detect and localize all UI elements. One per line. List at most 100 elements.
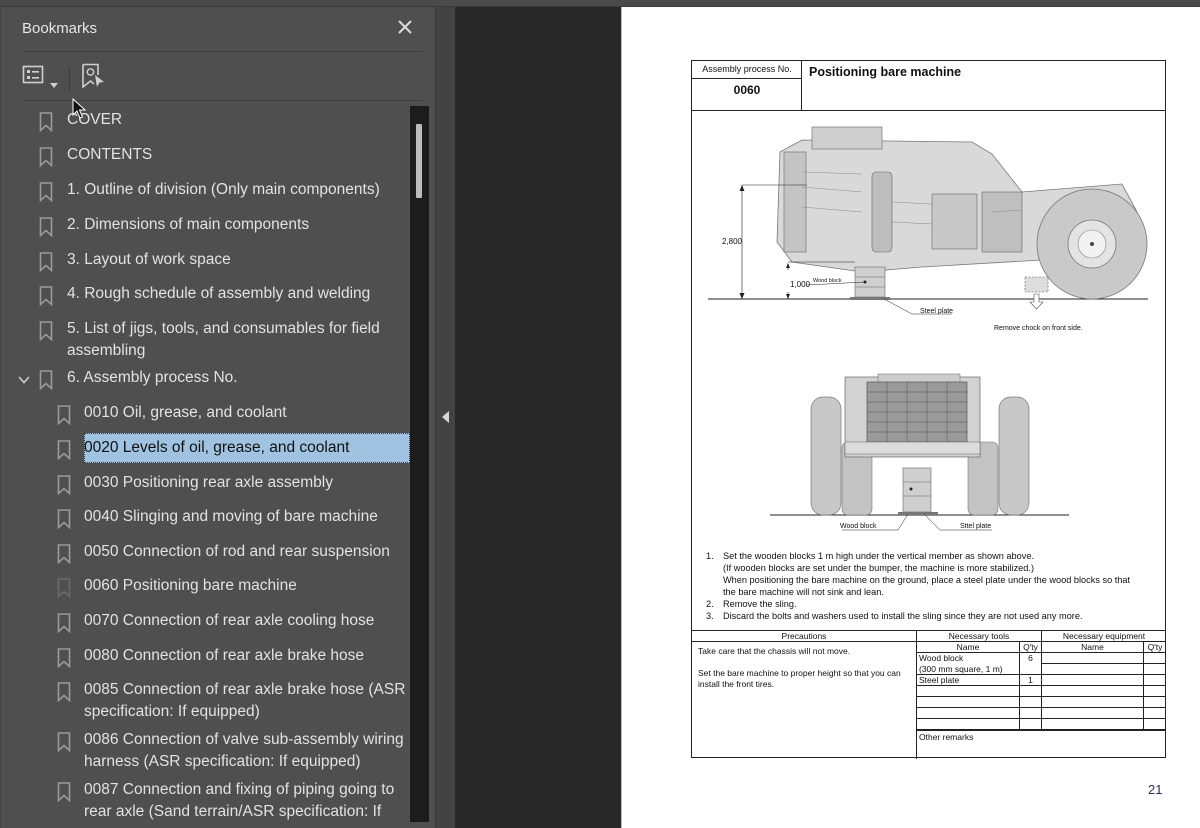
bookmark-item[interactable]: 0087 Connection and fixing of piping goi… <box>1 779 411 823</box>
bookmark-icon <box>39 370 53 391</box>
bookmark-label: 0010 Oil, grease, and coolant <box>84 404 287 421</box>
procedure-step: 1. Set the wooden blocks 1 m high under t… <box>706 550 1161 598</box>
bookmark-label: 0087 Connection and fixing of piping goi… <box>84 781 395 820</box>
close-icon[interactable] <box>394 16 416 38</box>
list-options-icon <box>22 65 44 89</box>
bookmark-label: CONTENTS <box>67 146 153 163</box>
empty-equipment-cell <box>1042 708 1144 719</box>
options-menu-button[interactable] <box>22 63 62 89</box>
other-remarks: Other remarks <box>917 730 1166 759</box>
bookmark-item[interactable]: 4. Rough schedule of assembly and weldin… <box>1 283 411 307</box>
bookmark-label: 2. Dimensions of main components <box>67 216 310 233</box>
bookmark-label: 1. Outline of division (Only main compon… <box>67 181 380 198</box>
tools-qty-header: Q'ty <box>1020 642 1042 653</box>
side-wood-block-label: Wood block <box>813 278 842 284</box>
toolbar-separator <box>69 67 70 91</box>
tools-name-header: Name <box>917 642 1020 653</box>
bookmark-item[interactable]: 0010 Oil, grease, and coolant <box>1 402 411 426</box>
bookmark-label: 3. Layout of work space <box>67 251 231 268</box>
bookmark-item[interactable]: 0070 Connection of rear axle cooling hos… <box>1 610 411 634</box>
bookmark-label: 0086 Connection of valve sub-assembly wi… <box>84 731 404 770</box>
front-view-figure: Wood block Sttel plate <box>770 373 1069 531</box>
empty-equipment-qty-cell <box>1144 686 1166 697</box>
bookmark-item[interactable]: CONTENTS <box>1 144 411 168</box>
bookmark-icon <box>57 475 71 496</box>
bookmark-item[interactable]: 5. List of jigs, tools, and consumables … <box>1 318 411 362</box>
find-current-bookmark-button[interactable] <box>81 63 107 89</box>
empty-equipment-qty-cell <box>1144 697 1166 708</box>
collapse-panel-arrow-icon[interactable] <box>441 409 451 423</box>
bookmark-label: 0030 Positioning rear axle assembly <box>84 474 333 491</box>
tool-row-qty: 6 <box>1020 653 1042 675</box>
step-text-line: When positioning the bare machine on the… <box>723 575 1131 585</box>
empty-tool-cell <box>917 686 1020 697</box>
bookmark-tree: COVER CONTENTS 1. Outline of division (Onl… <box>1 105 411 825</box>
bookmark-item[interactable]: 0040 Slinging and moving of bare machine <box>1 506 411 530</box>
process-number: 0060 <box>733 83 761 97</box>
requirements-table: Precautions Necessary tools Necessary eq… <box>692 630 1166 759</box>
bookmark-label: COVER <box>67 111 123 128</box>
empty-tool-cell <box>917 719 1020 730</box>
empty-tool-qty-cell <box>1020 686 1042 697</box>
process-number-box: Assembly process No. 0060 <box>692 61 802 111</box>
bookmark-item[interactable]: 3. Layout of work space <box>1 249 411 273</box>
bookmark-item[interactable]: COVER <box>1 109 411 133</box>
bookmark-label: 0080 Connection of rear axle brake hose <box>84 647 365 664</box>
bookmark-label: 0040 Slinging and moving of bare machine <box>84 508 378 525</box>
bookmark-item[interactable]: 0086 Connection of valve sub-assembly wi… <box>1 729 411 773</box>
process-title: Positioning bare machine <box>809 65 962 79</box>
bookmark-item[interactable]: 0060 Positioning bare machine <box>1 575 411 599</box>
bookmark-item[interactable]: 0080 Connection of rear axle brake hose <box>1 645 411 669</box>
empty-equipment-cell <box>1042 675 1144 686</box>
bookmark-item[interactable]: 0085 Connection of rear axle brake hose … <box>1 679 411 723</box>
bookmark-item[interactable]: 0030 Positioning rear axle assembly <box>1 472 411 496</box>
empty-tool-cell <box>917 697 1020 708</box>
bookmark-item[interactable]: 0020 Levels of oil, grease, and coolant <box>1 433 411 463</box>
tool-row-qty: 1 <box>1020 675 1042 686</box>
expand-chevron-icon[interactable] <box>17 372 31 386</box>
empty-equipment-cell <box>1042 664 1144 675</box>
panel-header: Bookmarks <box>22 18 422 52</box>
bookmark-icon <box>57 509 71 530</box>
process-caption: Assembly process No. <box>692 61 802 79</box>
tool-row-name: Wood block (300 mm square, 1 m) <box>917 653 1020 675</box>
bookmark-item[interactable]: 6. Assembly process No. <box>1 367 411 391</box>
bookmark-scrollbar-thumb[interactable] <box>416 124 422 198</box>
front-wood-block-label: Wood block <box>840 523 877 530</box>
empty-equipment-qty-cell <box>1144 653 1166 664</box>
bookmark-icon <box>39 252 53 273</box>
side-view-figure: 2,800 1,000 Wood block Steel plate Remov… <box>708 126 1148 332</box>
bookmark-icon <box>57 648 71 669</box>
step-text-line: Remove the sling. <box>723 599 797 609</box>
empty-tool-cell <box>917 708 1020 719</box>
precaution-2: Set the bare machine to proper height so… <box>698 668 901 689</box>
tools-header: Necessary tools <box>917 631 1042 642</box>
empty-equipment-cell <box>1042 686 1144 697</box>
empty-equipment-cell <box>1042 697 1144 708</box>
bookmark-icon <box>57 405 71 426</box>
bookmark-item[interactable]: 1. Outline of division (Only main compon… <box>1 179 411 203</box>
equipment-qty-header: Q'ty <box>1144 642 1166 653</box>
side-steel-plate-label: Steel plate <box>920 308 953 315</box>
tool-row-name: Steel plate <box>917 675 1020 686</box>
assembly-sheet: Assembly process No. 0060 Positioning ba… <box>691 60 1166 759</box>
step-number: 2. <box>706 599 714 609</box>
mouse-cursor-icon <box>72 97 87 120</box>
bookmark-scrollbar-track[interactable] <box>410 106 429 822</box>
bookmark-icon <box>57 782 71 803</box>
dim-total-label: 2,800 <box>722 237 743 246</box>
equipment-name-header: Name <box>1042 642 1144 653</box>
bookmark-icon <box>39 182 53 203</box>
bookmark-icon <box>57 578 71 599</box>
bookmark-icon <box>39 321 53 342</box>
page-number: 21 <box>1148 782 1163 797</box>
step-number: 1. <box>706 551 714 561</box>
bookmark-item[interactable]: 0050 Connection of rod and rear suspensi… <box>1 541 411 565</box>
bookmark-label: 0050 Connection of rod and rear suspensi… <box>84 543 390 560</box>
bookmark-label: 6. Assembly process No. <box>67 369 238 386</box>
bookmark-label: 0085 Connection of rear axle brake hose … <box>84 681 406 720</box>
window-top-bar <box>0 0 1200 7</box>
step-text-line: the bare machine will not sink and lean. <box>723 587 884 597</box>
bookmark-item[interactable]: 2. Dimensions of main components <box>1 214 411 238</box>
precautions-header: Precautions <box>692 631 917 642</box>
